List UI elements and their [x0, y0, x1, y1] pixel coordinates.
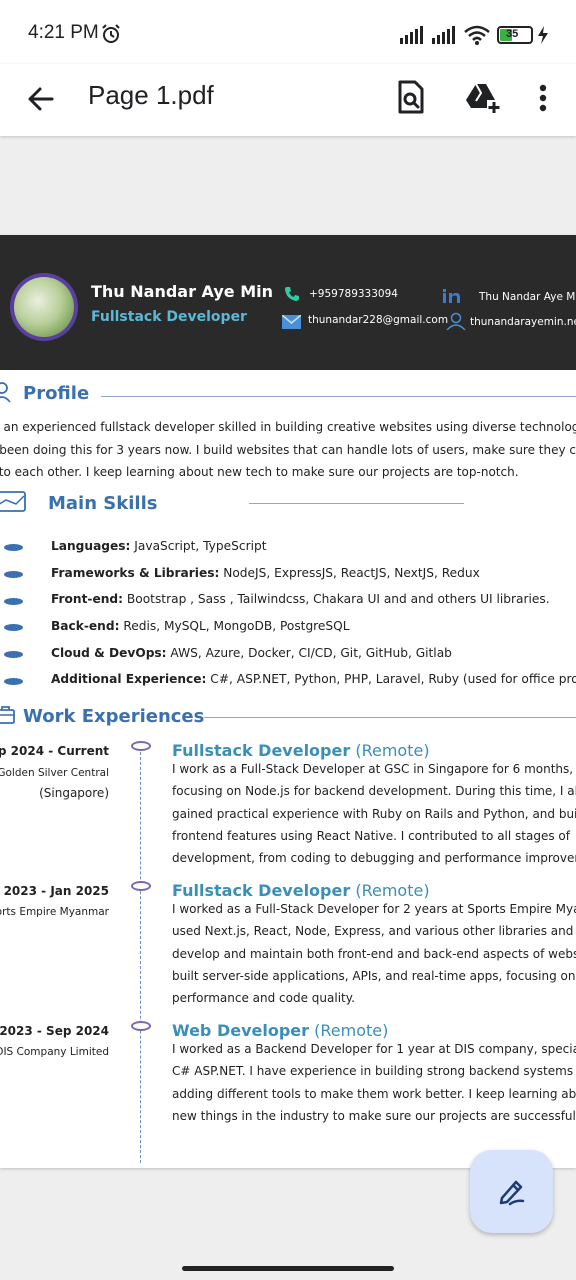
charging-icon [537, 26, 549, 48]
timeline-marker [131, 741, 151, 751]
resume-role: Fullstack Developer [91, 309, 247, 325]
alarm-icon [100, 23, 122, 49]
timeline-marker [131, 1021, 151, 1031]
person-icon [446, 312, 466, 334]
status-time: 4:21 PM [28, 22, 99, 43]
skill-bullet [4, 678, 23, 685]
wifi-icon [464, 25, 490, 49]
skill-item: Back-end: Redis, MySQL, MongoDB, Postgre… [51, 619, 350, 633]
skill-item: Additional Experience: C#, ASP.NET, Pyth… [51, 672, 576, 686]
timeline-marker [131, 881, 151, 891]
skill-bullet [4, 571, 23, 578]
job-description: I work as a Full-Stack Developer at GSC … [172, 762, 576, 866]
skill-item: Languages: JavaScript, TypeScript [51, 539, 267, 553]
skills-divider [249, 503, 464, 504]
profile-icon [0, 381, 14, 407]
resume-name: Thu Nandar Aye Min [91, 282, 274, 301]
job-company: Golden Silver Central [0, 767, 109, 779]
skills-icon [0, 491, 28, 517]
more-options-icon[interactable] [538, 84, 548, 118]
phone-number: +959789333094 [309, 288, 398, 300]
battery-icon: 35 [497, 26, 533, 44]
resume-header: Thu Nandar Aye Min Fullstack Developer +… [0, 235, 576, 370]
email-address: thunandar228@gmail.com [308, 314, 449, 326]
work-heading: Work Experiences [23, 706, 205, 727]
annotate-button[interactable] [470, 1150, 553, 1233]
phone-icon [284, 286, 300, 306]
avatar [10, 273, 78, 341]
pdf-viewer[interactable]: Thu Nandar Aye Min Fullstack Developer +… [0, 136, 576, 1280]
skill-bullet [4, 624, 23, 631]
linkedin-icon [443, 288, 465, 307]
app-bar: Page 1.pdf [0, 64, 576, 136]
document-title: Page 1.pdf [88, 80, 214, 110]
search-document-icon[interactable] [396, 80, 426, 120]
job-company: DIS Company Limited [0, 1046, 109, 1058]
skill-bullet [4, 598, 23, 605]
signal-icon-2 [432, 26, 458, 48]
skills-heading: Main Skills [48, 493, 158, 514]
back-arrow-icon[interactable] [24, 82, 58, 120]
status-bar: 4:21 PM 35 [0, 0, 576, 64]
job-date: ep 2023 - Sep 2024 [0, 1024, 109, 1038]
email-icon [281, 314, 302, 333]
job-date: Sep 2024 - Current [0, 744, 109, 758]
profile-divider [101, 396, 576, 397]
pen-edit-icon [496, 1176, 528, 1212]
skill-item: Cloud & DevOps: AWS, Azure, Docker, CI/C… [51, 646, 452, 660]
skill-item: Frameworks & Libraries: NodeJS, ExpressJ… [51, 566, 480, 580]
website-link: thunandarayemin.net [470, 316, 576, 328]
pdf-page: Thu Nandar Aye Min Fullstack Developer +… [0, 235, 576, 1168]
job-location: (Singapore) [39, 786, 109, 800]
timeline-line [140, 747, 141, 1163]
skill-item: Front-end: Bootstrap , Sass , Tailwindcs… [51, 592, 550, 606]
profile-heading: Profile [23, 383, 90, 404]
work-divider [204, 717, 576, 718]
home-indicator[interactable] [182, 1266, 394, 1271]
battery-level: 35 [506, 28, 519, 40]
linkedin-name: Thu Nandar Aye Min [479, 291, 576, 303]
signal-icon-1 [400, 26, 426, 48]
job-company: ports Empire Myanmar [0, 906, 109, 918]
briefcase-icon [0, 705, 16, 729]
profile-text: m an experienced fullstack developer ski… [0, 420, 576, 479]
drive-add-icon[interactable] [465, 82, 501, 118]
skill-bullet [4, 544, 23, 551]
job-description: I worked as a Backend Developer for 1 ye… [172, 1042, 576, 1123]
skill-bullet [4, 651, 23, 658]
job-description: I worked as a Full-Stack Developer for 2… [172, 902, 576, 1006]
job-date: Jan 2023 - Jan 2025 [0, 884, 109, 898]
